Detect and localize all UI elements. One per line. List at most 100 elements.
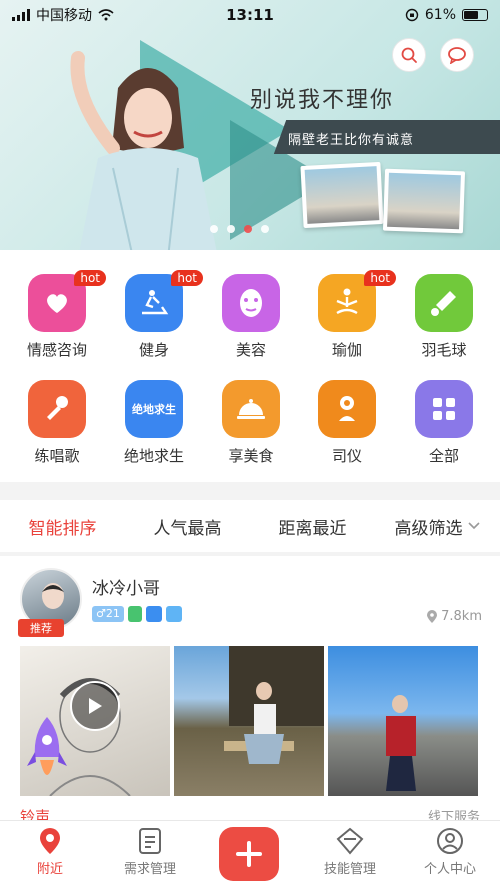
search-icon bbox=[401, 47, 417, 63]
banner-headline: 别说我不理你 bbox=[250, 88, 395, 113]
play-button[interactable] bbox=[70, 681, 120, 731]
banner-photo bbox=[382, 168, 466, 234]
id-verified-icon bbox=[145, 606, 162, 622]
hot-badge: hot bbox=[171, 270, 203, 286]
recommend-badge: 推荐 bbox=[18, 619, 64, 637]
game-badge-icon: 绝地求生 bbox=[125, 380, 183, 438]
gender-age-tag: ♂21 bbox=[92, 606, 124, 622]
message-button[interactable] bbox=[440, 38, 474, 72]
category-label: 瑜伽 bbox=[331, 341, 362, 359]
category-host[interactable]: 司仪 bbox=[307, 380, 387, 466]
category-face-mask[interactable]: 美容 bbox=[211, 274, 291, 360]
category-label: 情感咨询 bbox=[26, 341, 87, 359]
banner-subline: 隔壁老王比你有诚意 bbox=[288, 133, 415, 148]
tab-label: 智能排序 bbox=[28, 518, 97, 539]
banner-photo bbox=[300, 161, 384, 229]
tab-advanced-filter[interactable]: 高级筛选 bbox=[375, 514, 500, 539]
sort-tabs: 智能排序 人气最高 距离最近 高级筛选 bbox=[0, 500, 500, 552]
hot-badge: hot bbox=[364, 270, 396, 286]
location-pin-icon bbox=[40, 828, 60, 854]
category-shuttlecock[interactable]: 羽毛球 bbox=[404, 274, 484, 360]
category-grid-all[interactable]: 全部 bbox=[404, 380, 484, 466]
carrier-name: 中国移动 bbox=[36, 8, 92, 24]
add-button[interactable] bbox=[219, 827, 279, 881]
tab-most-popular[interactable]: 人气最高 bbox=[125, 514, 250, 539]
skill-diamond-icon bbox=[336, 827, 364, 855]
location-pin-icon bbox=[427, 610, 438, 623]
category-label: 健身 bbox=[138, 341, 169, 359]
post-card[interactable]: 推荐 冰冷小哥 ♂21 7.8km bbox=[0, 556, 500, 824]
clipboard-icon bbox=[139, 828, 161, 854]
nav-label: 技能管理 bbox=[323, 862, 376, 877]
banner-carousel[interactable]: 别说我不理你 隔壁老王比你有诚意 bbox=[0, 0, 500, 250]
nav-item-nearby[interactable]: 附近 bbox=[10, 827, 90, 877]
category-label: 练唱歌 bbox=[34, 447, 80, 465]
heart-chat-icon: hot bbox=[28, 270, 106, 332]
user-tags: ♂21 bbox=[92, 606, 182, 622]
treadmill-icon: hot bbox=[125, 270, 203, 332]
category-yoga[interactable]: hot 瑜伽 bbox=[307, 270, 396, 360]
grid-all-icon bbox=[415, 380, 473, 438]
carousel-dot[interactable] bbox=[210, 225, 218, 233]
wifi-icon bbox=[98, 9, 114, 21]
host-icon bbox=[318, 380, 376, 438]
category-label: 全部 bbox=[428, 447, 459, 465]
category-label: 享美食 bbox=[228, 447, 274, 465]
category-food-dome[interactable]: 享美食 bbox=[211, 380, 291, 466]
category-label: 美容 bbox=[235, 341, 266, 359]
rocket-icon bbox=[27, 717, 67, 775]
yoga-icon: hot bbox=[318, 270, 396, 332]
play-icon bbox=[89, 698, 102, 714]
carousel-dot[interactable] bbox=[227, 225, 235, 233]
distance-value: 7.8km bbox=[441, 609, 482, 624]
search-button[interactable] bbox=[392, 38, 426, 72]
tab-nearest[interactable]: 距离最近 bbox=[250, 514, 375, 539]
tab-smart-sort[interactable]: 智能排序 bbox=[0, 514, 125, 539]
post-photo[interactable] bbox=[328, 646, 478, 796]
signal-icon bbox=[12, 9, 30, 21]
clock: 13:11 bbox=[226, 6, 274, 24]
category-grid: hot 情感咨询 hot 健身 美容 hot 瑜伽 羽毛球 练唱歌 绝地求生 绝地求生 享美食 司仪 全部 bbox=[0, 250, 500, 482]
carousel-indicator bbox=[210, 225, 269, 233]
nav-item-skill-management[interactable]: 技能管理 bbox=[310, 827, 390, 877]
tab-label: 距离最近 bbox=[278, 518, 347, 539]
category-heart-chat[interactable]: hot 情感咨询 bbox=[17, 270, 106, 360]
banner-model-image bbox=[70, 51, 217, 250]
nav-label: 个人中心 bbox=[423, 862, 476, 877]
category-microphone[interactable]: 练唱歌 bbox=[17, 380, 97, 466]
username[interactable]: 冰冷小哥 bbox=[92, 574, 160, 599]
distance: 7.8km bbox=[427, 609, 482, 624]
category-treadmill[interactable]: hot 健身 bbox=[114, 270, 203, 360]
chat-bubble-icon bbox=[448, 47, 466, 64]
tab-label: 人气最高 bbox=[153, 518, 222, 539]
nav-item-profile[interactable]: 个人中心 bbox=[410, 827, 490, 877]
nav-label: 需求管理 bbox=[123, 862, 176, 877]
rocket-float-button[interactable] bbox=[22, 712, 72, 802]
microphone-icon bbox=[28, 380, 86, 438]
category-label: 羽毛球 bbox=[421, 341, 467, 359]
nav-item-demand-management[interactable]: 需求管理 bbox=[110, 827, 190, 877]
hot-badge: hot bbox=[74, 270, 106, 286]
user-icon bbox=[437, 828, 463, 854]
carousel-dot[interactable] bbox=[261, 225, 269, 233]
skill-verified-icon bbox=[165, 606, 182, 622]
bottom-nav: 附近 需求管理 技能管理 个人中心 bbox=[0, 820, 500, 888]
tab-label: 高级筛选 bbox=[394, 518, 463, 539]
status-bar: 中国移动 13:11 61% bbox=[0, 0, 500, 30]
category-label: 司仪 bbox=[331, 447, 362, 465]
battery-icon bbox=[462, 9, 488, 21]
face-mask-icon bbox=[222, 274, 280, 332]
chevron-down-icon bbox=[467, 522, 480, 530]
shuttlecock-icon bbox=[415, 274, 473, 332]
category-label: 绝地求生 bbox=[123, 447, 184, 465]
orientation-lock-icon bbox=[405, 8, 419, 22]
category-badge-text: 绝地求生 bbox=[132, 403, 176, 416]
post-photo[interactable] bbox=[174, 646, 324, 796]
food-dome-icon bbox=[222, 380, 280, 438]
plus-icon bbox=[236, 841, 262, 867]
carousel-dot-active[interactable] bbox=[244, 225, 252, 233]
category-game-badge[interactable]: 绝地求生 绝地求生 bbox=[114, 380, 194, 466]
phone-verified-icon bbox=[127, 606, 142, 622]
battery-percent: 61% bbox=[424, 7, 456, 23]
nav-label: 附近 bbox=[36, 862, 63, 877]
